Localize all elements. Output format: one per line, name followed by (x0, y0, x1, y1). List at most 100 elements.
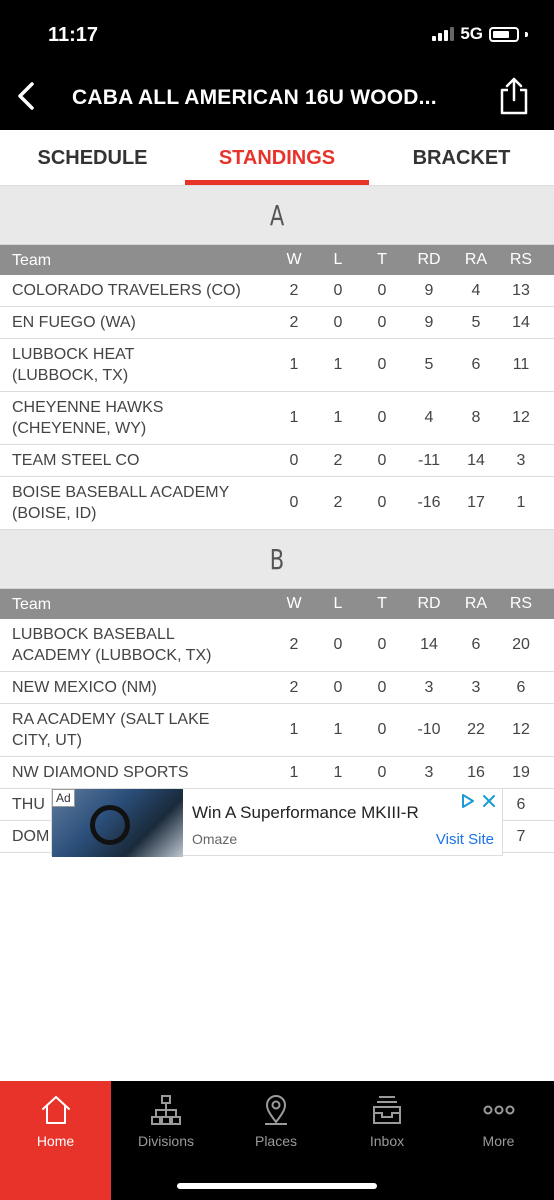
share-button[interactable] (496, 76, 532, 116)
runs-allowed: 6 (471, 636, 481, 653)
table-row[interactable]: LUBBOCK BASEBALL ACADEMY (LUBBOCK, TX) 2… (0, 619, 554, 672)
runs-allowed: 4 (471, 281, 481, 299)
home-icon (41, 1096, 70, 1124)
column-t: T (377, 595, 387, 612)
runs-scored: 12 (512, 721, 530, 738)
runs-allowed: 17 (467, 494, 485, 511)
table-header: Team W L T RD RA RS (0, 245, 554, 275)
ad-label: Ad (52, 789, 75, 807)
run-differential: -10 (417, 721, 441, 738)
table-row[interactable]: RA ACADEMY (SALT LAKE CITY, UT) 1 1 0 -1… (0, 704, 554, 757)
column-l: L (333, 595, 343, 612)
table-row[interactable]: EN FUEGO (WA) 2 0 0 9 5 14 (0, 307, 554, 339)
ad-title[interactable]: Win A Superformance MKIII-R (192, 803, 419, 823)
wins: 2 (289, 636, 299, 653)
battery-icon (489, 26, 519, 42)
runs-scored: 7 (516, 827, 526, 845)
run-differential: 14 (420, 636, 438, 653)
ties: 0 (377, 451, 387, 469)
group-header: B (0, 530, 554, 589)
ties: 0 (377, 409, 387, 426)
wins: 0 (289, 451, 299, 469)
ties: 0 (377, 678, 387, 696)
losses: 0 (333, 678, 343, 696)
status-indicators: 5G (432, 24, 528, 44)
tabbar-label: Home (36, 1133, 75, 1149)
runs-scored: 6 (516, 795, 526, 813)
table-row[interactable]: BOISE BASEBALL ACADEMY (BOISE, ID) 0 2 0… (0, 477, 554, 530)
column-rs: RS (509, 595, 533, 612)
team-name: RA ACADEMY (SALT LAKE CITY, UT) (12, 711, 210, 749)
page-title: CABA ALL AMERICAN 16U WOOD... (72, 86, 437, 109)
tab-schedule[interactable]: SCHEDULE (0, 130, 185, 186)
nav-bar: CABA ALL AMERICAN 16U WOOD... (0, 62, 554, 130)
group-name: B (69, 530, 485, 588)
wins: 0 (289, 494, 299, 511)
tabbar-more[interactable]: More (443, 1081, 554, 1200)
ties: 0 (377, 281, 387, 299)
home-indicator[interactable] (177, 1183, 377, 1189)
tabbar-label: Places (254, 1133, 298, 1149)
table-row[interactable]: TEAM STEEL CO 0 2 0 -11 14 3 (0, 445, 554, 477)
column-team: Team (12, 251, 52, 269)
tabbar-home[interactable]: Home (0, 1081, 111, 1200)
losses: 0 (333, 636, 343, 653)
losses: 0 (333, 313, 343, 331)
losses: 2 (333, 494, 343, 511)
bracket-tree-icon (151, 1095, 181, 1125)
losses: 2 (333, 451, 343, 469)
visit-site-link[interactable]: Visit Site (436, 831, 494, 848)
back-button[interactable] (8, 78, 44, 114)
table-row[interactable]: LUBBOCK HEAT (LUBBOCK, TX) 1 1 0 5 6 11 (0, 339, 554, 392)
table-row[interactable]: NEW MEXICO (NM) 2 0 0 3 3 6 (0, 672, 554, 704)
wins: 1 (289, 721, 299, 738)
runs-scored: 19 (512, 763, 530, 781)
runs-scored: 3 (516, 451, 526, 469)
runs-allowed: 22 (467, 721, 485, 738)
tab-standings[interactable]: STANDINGS (185, 130, 369, 186)
standings-list[interactable]: A Team W L T RD RA RS COLORADO TRAVELERS… (0, 186, 554, 858)
column-team: Team (12, 595, 52, 613)
run-differential: -16 (417, 494, 441, 511)
run-differential: 5 (424, 356, 434, 373)
column-w: W (286, 595, 302, 612)
runs-allowed: 5 (471, 313, 481, 331)
ties: 0 (377, 356, 387, 373)
ties: 0 (377, 494, 387, 511)
team-name: CHEYENNE HAWKS (CHEYENNE, WY) (12, 399, 164, 437)
runs-scored: 12 (512, 409, 530, 426)
ties: 0 (377, 636, 387, 653)
runs-scored: 13 (512, 281, 530, 299)
runs-allowed: 8 (471, 409, 481, 426)
team-name: BOISE BASEBALL ACADEMY (BOISE, ID) (12, 484, 229, 522)
runs-scored: 14 (512, 313, 530, 331)
tab-bracket[interactable]: BRACKET (369, 130, 554, 186)
team-name: NEW MEXICO (NM) (12, 679, 157, 696)
tabbar-label: Divisions (137, 1133, 194, 1149)
run-differential: -11 (418, 451, 440, 469)
inbox-icon (373, 1096, 401, 1124)
runs-scored: 6 (516, 678, 526, 696)
ad-choices-icon[interactable] (460, 793, 476, 809)
column-w: W (286, 251, 302, 268)
wins: 1 (289, 356, 299, 373)
team-name: NW DIAMOND SPORTS (12, 764, 189, 781)
column-rd: RD (417, 595, 441, 612)
run-differential: 4 (424, 409, 434, 426)
ad-choices[interactable] (460, 793, 496, 809)
runs-scored: 11 (512, 356, 530, 373)
table-row[interactable]: COLORADO TRAVELERS (CO) 2 0 0 9 4 13 (0, 275, 554, 307)
wins: 1 (289, 409, 299, 426)
team-name: LUBBOCK HEAT (LUBBOCK, TX) (12, 346, 135, 384)
team-name: COLORADO TRAVELERS (CO) (12, 282, 241, 299)
ad-banner[interactable]: Ad Win A Superformance MKIII-R Omaze Vis… (51, 788, 503, 857)
table-row[interactable]: CHEYENNE HAWKS (CHEYENNE, WY) 1 1 0 4 8 … (0, 392, 554, 445)
more-dots-icon (483, 1105, 514, 1115)
group-name: A (69, 186, 485, 244)
table-row[interactable]: NW DIAMOND SPORTS 1 1 0 3 16 19 (0, 757, 554, 789)
chevron-left-icon (18, 82, 34, 110)
tabbar-label: Inbox (369, 1133, 405, 1149)
ties: 0 (377, 721, 387, 738)
tabbar-label: More (482, 1133, 515, 1149)
close-icon[interactable] (482, 794, 496, 808)
